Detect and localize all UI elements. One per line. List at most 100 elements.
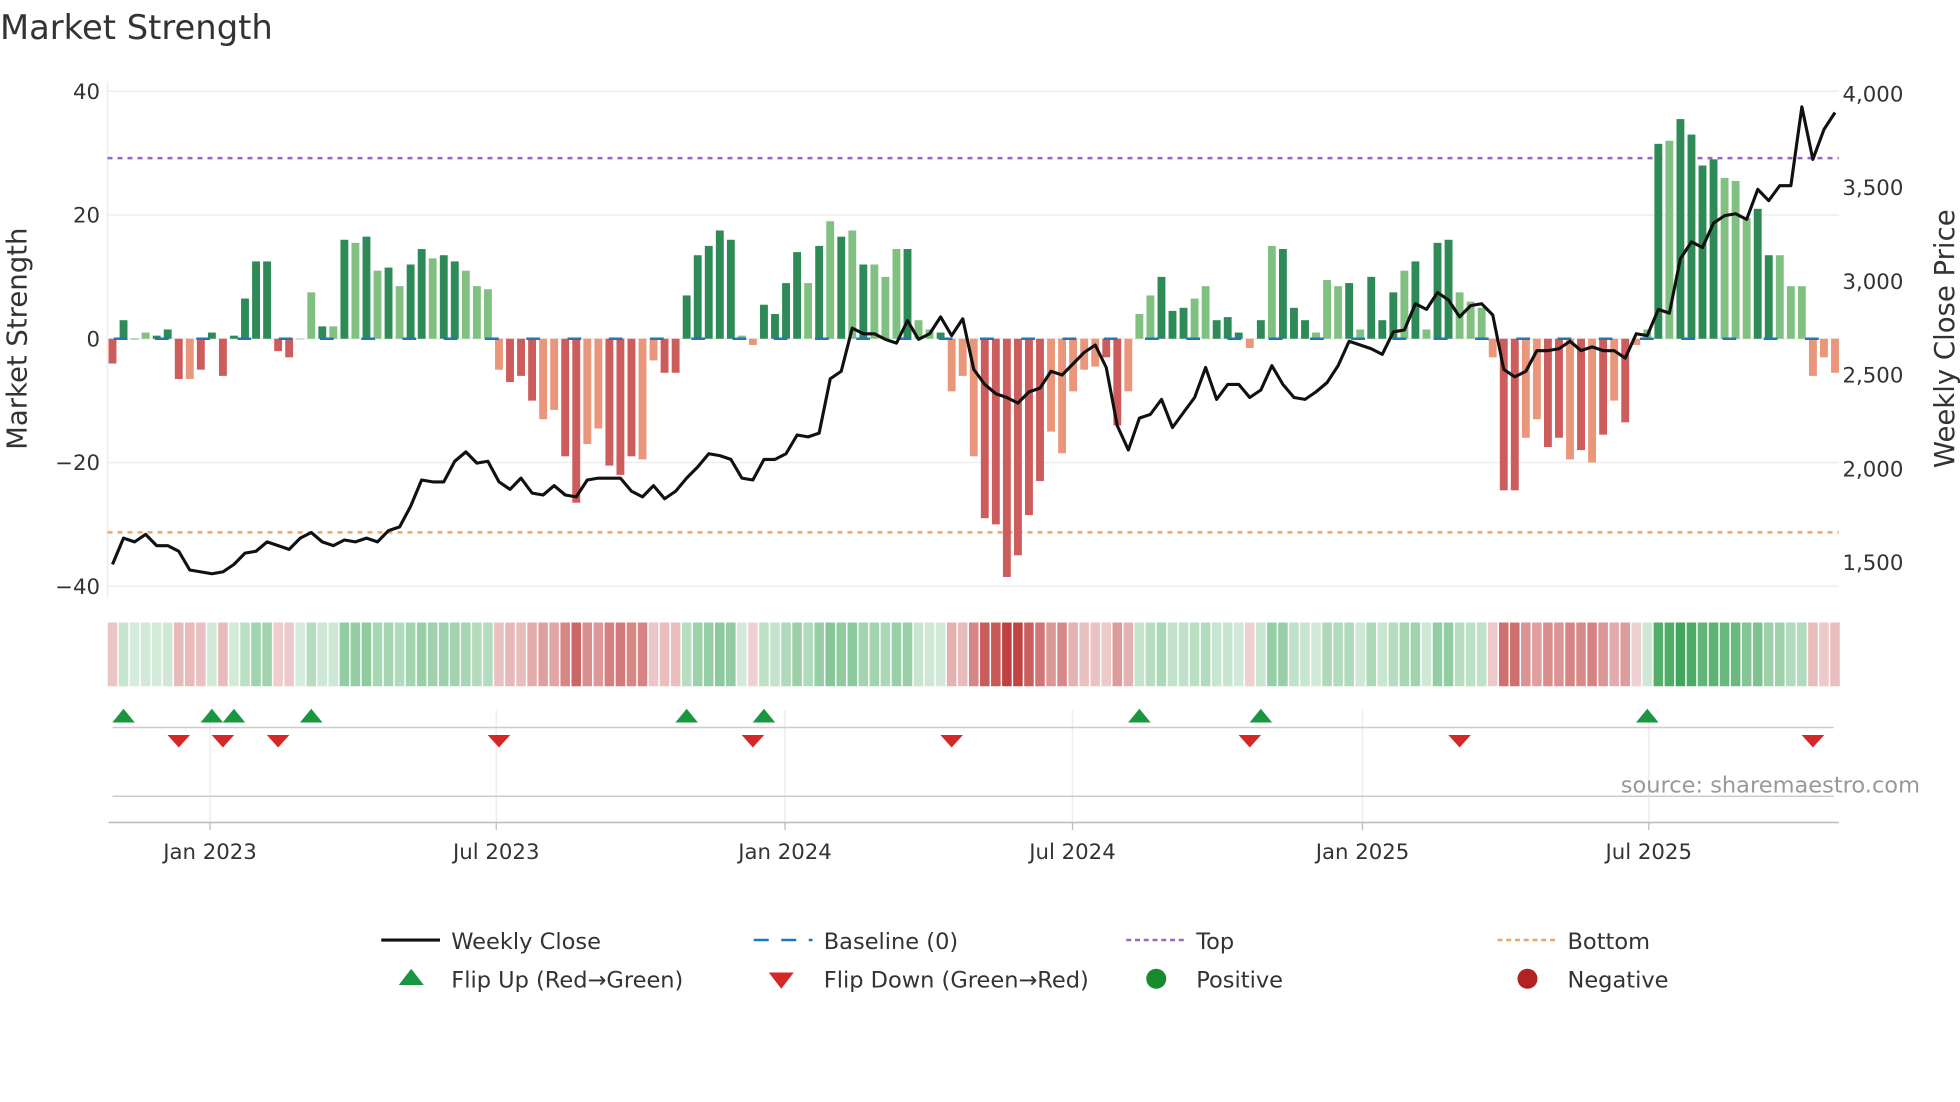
strength-bar (1775, 255, 1784, 339)
heat-cell (1366, 622, 1377, 687)
heat-cell (924, 622, 935, 687)
heat-cell (306, 622, 317, 687)
strength-bar (1102, 338, 1111, 358)
heat-cell (1046, 622, 1056, 687)
flip-down-marker (266, 735, 290, 748)
legend-circle-swatch (1146, 968, 1167, 989)
strength-bar (373, 270, 382, 339)
strength-bar (1013, 338, 1022, 556)
strength-bar (693, 255, 702, 339)
heat-cell (1521, 622, 1531, 687)
heat-cell (1719, 622, 1730, 687)
heat-cell (703, 622, 714, 687)
strength-bar (594, 338, 603, 429)
strength-bar (715, 230, 724, 339)
strength-bar (1212, 320, 1221, 339)
flip-up-marker (675, 708, 698, 723)
strength-bar (395, 286, 404, 339)
heat-cell (902, 622, 913, 687)
strength-bar (1367, 276, 1376, 339)
legend-up-swatch (398, 968, 424, 985)
strength-bar (1179, 307, 1188, 339)
heat-cell (1498, 622, 1509, 687)
strength-bar (1764, 255, 1773, 339)
source-label: source: sharemaestro.com (1621, 773, 1920, 799)
strength-bar (704, 245, 713, 339)
heat-cell (1344, 622, 1354, 687)
strength-bar (108, 338, 117, 364)
strength-bar (660, 338, 669, 373)
heat-cell (1178, 622, 1189, 687)
strength-bar (1058, 338, 1067, 454)
heat-cell (1278, 622, 1288, 687)
strength-bar (1378, 320, 1387, 339)
x-axis: Jan 2023 Jul 2023 Jan 2024 Jul 2024 Jan 2025… (161, 822, 1692, 865)
heat-cell (1708, 622, 1719, 687)
heat-cell (1245, 622, 1255, 687)
heat-cell (1090, 622, 1100, 687)
flip-down-marker (167, 735, 190, 748)
heat-cell (1830, 622, 1840, 687)
strength-bar (726, 239, 735, 339)
heat-cell (516, 622, 526, 687)
flip-down-marker (1448, 735, 1471, 748)
heat-cell (162, 622, 173, 687)
flip-markers-panel (108, 708, 1839, 824)
legend-label: Flip Up (Red→Green) (451, 968, 683, 994)
strength-bar (572, 338, 581, 503)
heat-cell (1543, 622, 1553, 687)
heat-cell (1311, 622, 1321, 687)
strength-bar (163, 329, 172, 339)
strength-bar (1477, 307, 1486, 339)
legend-label: Bottom (1568, 929, 1651, 955)
strength-bar (748, 338, 757, 345)
heat-cell (1819, 622, 1829, 687)
heat-cell (196, 622, 206, 687)
y-axis-left: 40 20 0 −20 −40 (55, 80, 100, 600)
heat-cell (1653, 622, 1664, 687)
heat-cell (1002, 622, 1012, 687)
strength-bar (848, 230, 857, 339)
strength-bar (174, 338, 183, 379)
strength-bar (1290, 307, 1298, 339)
heat-cell (1763, 622, 1774, 687)
heat-cell (405, 622, 416, 687)
heat-cell (218, 622, 228, 687)
strength-bar (472, 286, 481, 339)
heat-cell (1388, 622, 1399, 687)
strength-bar (130, 338, 139, 340)
strength-bar (351, 242, 360, 339)
y-tick-label: 20 (73, 204, 100, 229)
strength-bar (550, 338, 559, 410)
heat-cell (1554, 622, 1564, 687)
heat-cell (383, 622, 394, 687)
strength-bar (1687, 134, 1696, 339)
heat-cell (913, 622, 924, 687)
heat-cell (129, 622, 140, 687)
heat-cell (1565, 622, 1575, 687)
strength-bar (296, 338, 305, 340)
heat-cell (185, 622, 195, 687)
strength-bar (1610, 338, 1619, 401)
strength-bar (1157, 276, 1166, 339)
strength-bar (417, 249, 426, 339)
heat-cell (438, 622, 449, 687)
heat-cell (251, 622, 261, 687)
heat-cell (1134, 622, 1145, 687)
heat-cell (748, 622, 758, 687)
flip-down-marker (1238, 735, 1262, 748)
heat-cell (1476, 622, 1487, 687)
strength-bar (263, 261, 272, 339)
heat-cell (792, 622, 802, 687)
heat-cell (659, 622, 670, 687)
strength-bar (947, 338, 956, 392)
strength-bar (1124, 338, 1133, 392)
heat-cell (317, 622, 328, 687)
y2-tick-label: 4,000 (1843, 82, 1904, 107)
strength-bar (1599, 338, 1608, 435)
heat-cell (1068, 622, 1078, 687)
strength-bar (771, 314, 779, 339)
heat-cell (1399, 622, 1410, 687)
strength-bar (1588, 338, 1597, 463)
heat-cell (262, 622, 272, 687)
